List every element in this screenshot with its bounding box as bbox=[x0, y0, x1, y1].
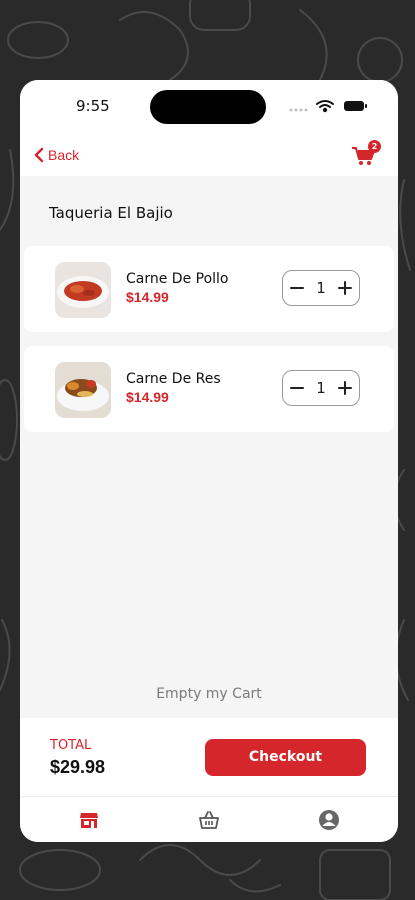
chevron-left-icon bbox=[34, 147, 44, 163]
quantity-value: 1 bbox=[316, 279, 326, 297]
increment-button[interactable] bbox=[337, 380, 353, 396]
back-button[interactable]: Back bbox=[34, 144, 79, 166]
total-value: $29.98 bbox=[50, 757, 106, 777]
store-name: Taqueria El Bajio bbox=[49, 204, 173, 222]
decrement-button[interactable] bbox=[289, 380, 305, 396]
status-icons bbox=[289, 100, 367, 113]
cart-item: Carne De Res $14.99 1 bbox=[24, 346, 394, 432]
item-name: Carne De Res bbox=[126, 371, 221, 387]
quantity-value: 1 bbox=[316, 379, 326, 397]
quantity-stepper: 1 bbox=[282, 370, 360, 406]
quantity-stepper: 1 bbox=[282, 270, 360, 306]
wifi-icon bbox=[316, 100, 334, 113]
checkout-footer: TOTAL $29.98 Checkout bbox=[20, 718, 398, 796]
plus-icon bbox=[337, 281, 352, 295]
minus-icon bbox=[290, 287, 304, 289]
minus-icon bbox=[290, 387, 304, 389]
total-label: TOTAL bbox=[50, 738, 92, 753]
back-label: Back bbox=[48, 147, 80, 163]
profile-icon bbox=[319, 810, 339, 830]
beef-dish-photo bbox=[55, 362, 111, 418]
decrement-button[interactable] bbox=[289, 280, 305, 296]
cart-count-badge: 2 bbox=[368, 140, 381, 153]
checkout-button[interactable]: Checkout bbox=[205, 739, 366, 776]
item-price: $14.99 bbox=[126, 289, 169, 305]
basket-icon bbox=[199, 811, 219, 829]
increment-button[interactable] bbox=[337, 280, 353, 296]
empty-cart-link[interactable]: Empty my Cart bbox=[20, 686, 398, 702]
battery-icon bbox=[344, 101, 367, 111]
item-name: Carne De Pollo bbox=[126, 271, 229, 287]
tab-store[interactable] bbox=[78, 809, 100, 831]
status-bar: 9:55 bbox=[20, 80, 398, 134]
cart-item: Carne De Pollo $14.99 1 bbox=[24, 246, 394, 332]
cart-button[interactable]: 2 bbox=[348, 138, 382, 172]
tab-profile[interactable] bbox=[318, 809, 340, 831]
store-header: Taqueria El Bajio bbox=[20, 176, 398, 246]
tab-bar bbox=[20, 796, 398, 842]
tab-basket[interactable] bbox=[198, 809, 220, 831]
dynamic-island bbox=[150, 90, 266, 124]
status-time: 9:55 bbox=[76, 97, 110, 115]
nav-bar: Back 2 bbox=[20, 134, 398, 176]
signal-icon bbox=[289, 108, 308, 112]
plus-icon bbox=[337, 381, 352, 395]
phone-screen: 9:55 Back 2 Taqueria El Bajio Carne De P… bbox=[20, 80, 398, 842]
store-icon bbox=[80, 813, 98, 828]
chicken-dish-photo bbox=[55, 262, 111, 318]
item-price: $14.99 bbox=[126, 389, 169, 405]
